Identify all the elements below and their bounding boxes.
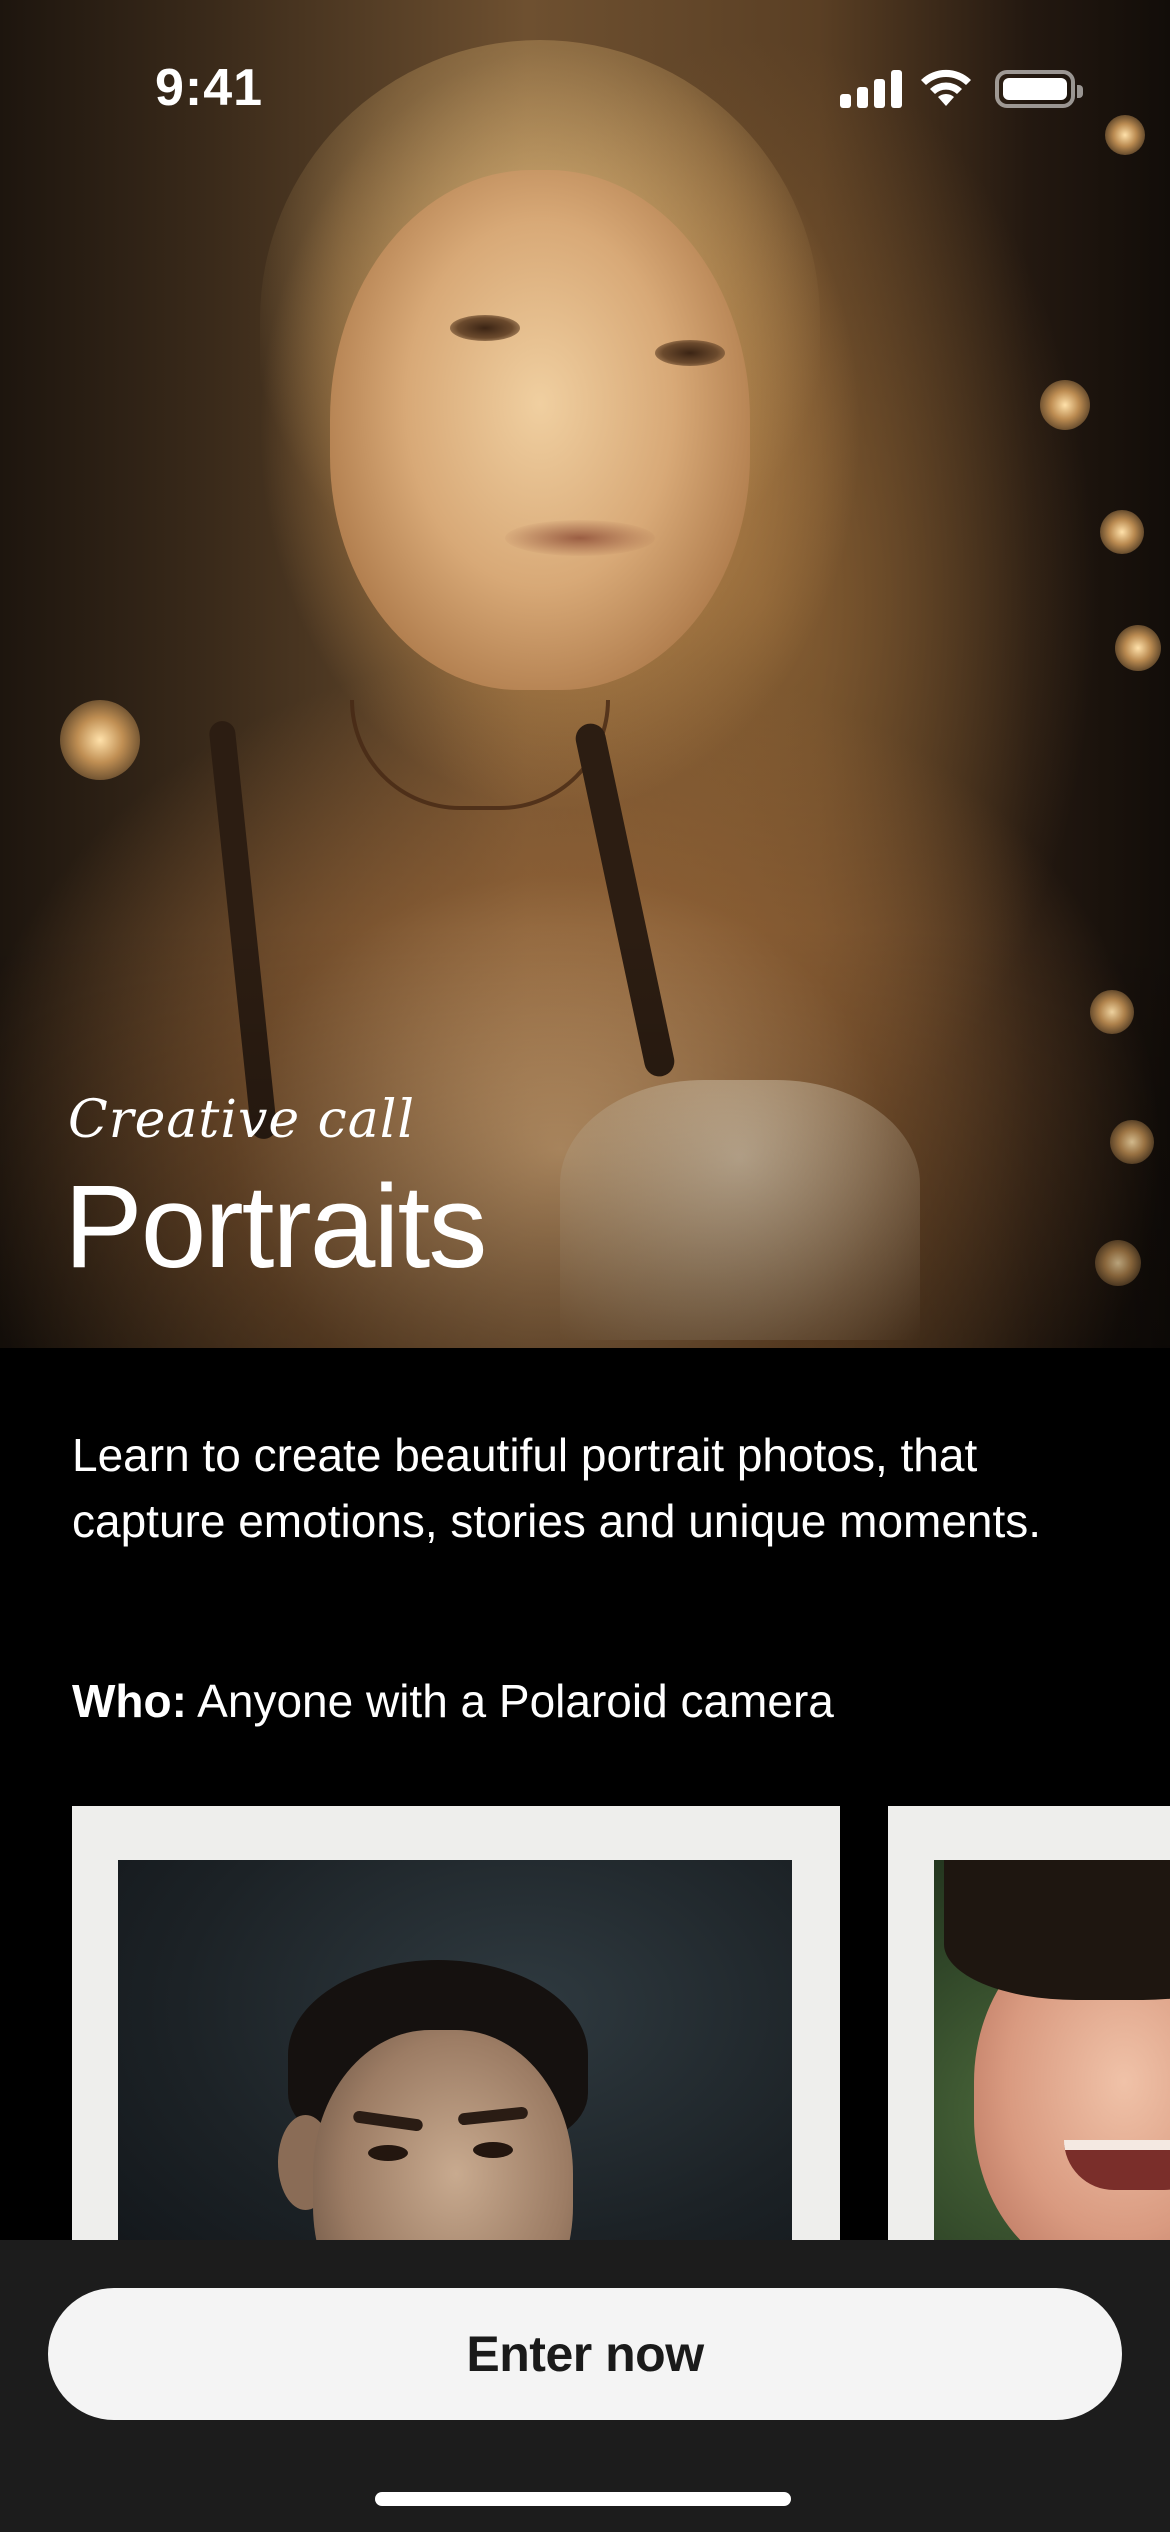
signal-icon	[840, 70, 902, 108]
portrait-photo	[118, 1860, 792, 2246]
enter-now-button[interactable]: Enter now	[48, 2288, 1122, 2420]
description-text: Learn to create beautiful portrait photo…	[72, 1429, 1042, 1547]
who-value: Anyone with a Polaroid camera	[186, 1675, 834, 1727]
page-title: Portraits	[64, 1161, 487, 1293]
status-bar: 9:41	[0, 0, 1170, 150]
polaroid-card[interactable]	[888, 1806, 1170, 2246]
bottom-bar: Enter now	[0, 2240, 1170, 2532]
polaroid-card[interactable]	[72, 1806, 840, 2246]
wifi-icon	[921, 69, 971, 106]
home-indicator[interactable]	[375, 2492, 791, 2506]
battery-icon	[995, 70, 1083, 108]
hero-kicker: Creative call	[68, 1090, 416, 1150]
status-time: 9:41	[155, 59, 264, 117]
photo-carousel[interactable]	[72, 1806, 1170, 2246]
who-label: Who:	[72, 1675, 187, 1727]
portrait-photo	[934, 1860, 1170, 2246]
who-line: Who: Anyone with a Polaroid camera	[72, 1668, 834, 1734]
